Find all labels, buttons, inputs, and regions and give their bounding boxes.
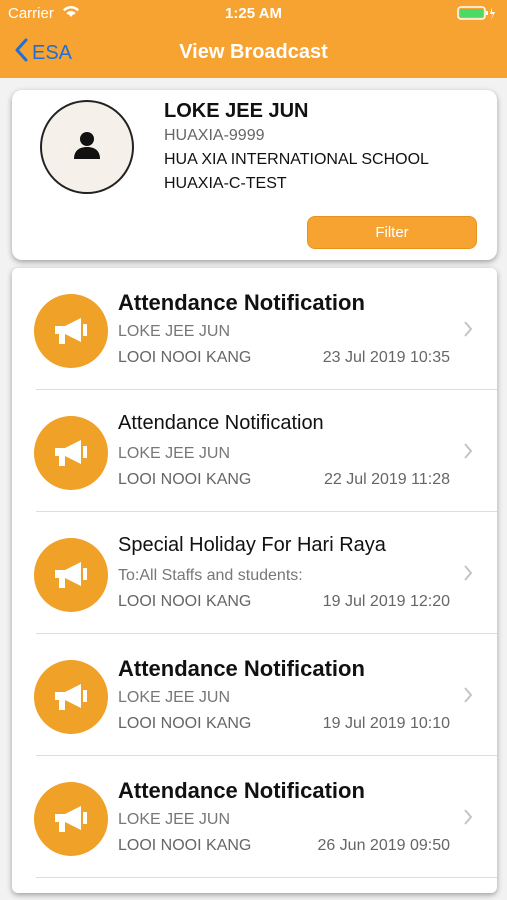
broadcast-subtitle: LOKE JEE JUN	[118, 811, 231, 828]
divider	[36, 877, 497, 878]
chevron-left-icon	[14, 38, 32, 68]
chevron-right-icon	[463, 686, 473, 709]
profile-school: HUA XIA INTERNATIONAL SCHOOL	[164, 151, 429, 168]
list-item[interactable]: Attendance Notification LOKE JEE JUN LOO…	[12, 268, 497, 390]
list-item[interactable]: Attendance Notification LOKE JEE JUN LOO…	[12, 756, 497, 878]
broadcast-title: Attendance Notification	[118, 656, 365, 681]
navigation-bar: ESA View Broadcast	[0, 28, 507, 78]
profile-name: LOKE JEE JUN	[164, 100, 309, 122]
broadcast-date: 19 Jul 2019 10:10	[322, 715, 450, 732]
broadcast-date: 23 Jul 2019 10:35	[322, 349, 450, 366]
megaphone-icon	[34, 660, 108, 734]
broadcast-sender: LOOI NOOI KANG	[118, 837, 252, 854]
list-item[interactable]: Special Holiday For Hari Raya To:All Sta…	[12, 512, 497, 634]
page-title: View Broadcast	[179, 41, 328, 63]
chevron-right-icon	[463, 808, 473, 831]
broadcast-sender: LOOI NOOI KANG	[118, 471, 252, 488]
broadcast-title: Attendance Notification	[118, 778, 365, 803]
back-button[interactable]: ESA	[14, 38, 72, 68]
broadcast-date: 26 Jun 2019 09:50	[317, 837, 450, 854]
chevron-right-icon	[463, 442, 473, 465]
megaphone-icon	[34, 538, 108, 612]
profile-card: LOKE JEE JUN HUAXIA-9999 HUA XIA INTERNA…	[12, 90, 497, 260]
broadcast-list: Attendance Notification LOKE JEE JUN LOO…	[12, 268, 497, 893]
broadcast-subtitle: LOKE JEE JUN	[118, 689, 231, 706]
broadcast-sender: LOOI NOOI KANG	[118, 593, 252, 610]
chevron-right-icon	[463, 320, 473, 343]
profile-student-id: HUAXIA-9999	[164, 127, 265, 144]
broadcast-title: Attendance Notification	[118, 412, 324, 434]
status-bar: Carrier 1:25 AM	[0, 0, 507, 28]
broadcast-subtitle: LOKE JEE JUN	[118, 323, 231, 340]
filter-button[interactable]: Filter	[307, 216, 477, 249]
broadcast-title: Attendance Notification	[118, 290, 365, 315]
broadcast-subtitle: LOKE JEE JUN	[118, 445, 231, 462]
back-label: ESA	[32, 41, 73, 64]
broadcast-title: Special Holiday For Hari Raya	[118, 534, 386, 556]
broadcast-sender: LOOI NOOI KANG	[118, 715, 252, 732]
profile-code: HUAXIA-C-TEST	[164, 175, 287, 192]
battery-icon	[457, 5, 497, 25]
broadcast-subtitle: To:All Staffs and students:	[118, 567, 303, 584]
list-item[interactable]: Attendance Notification LOKE JEE JUN LOO…	[12, 390, 497, 512]
megaphone-icon	[34, 294, 108, 368]
avatar	[40, 100, 134, 194]
megaphone-icon	[34, 416, 108, 490]
person-icon	[72, 130, 102, 165]
broadcast-sender: LOOI NOOI KANG	[118, 349, 252, 366]
broadcast-date: 19 Jul 2019 12:20	[322, 593, 450, 610]
list-item[interactable]: Attendance Notification LOKE JEE JUN LOO…	[12, 634, 497, 756]
broadcast-date: 22 Jul 2019 11:28	[323, 471, 450, 488]
chevron-right-icon	[463, 564, 473, 587]
megaphone-icon	[34, 782, 108, 856]
status-time: 1:25 AM	[225, 5, 282, 22]
